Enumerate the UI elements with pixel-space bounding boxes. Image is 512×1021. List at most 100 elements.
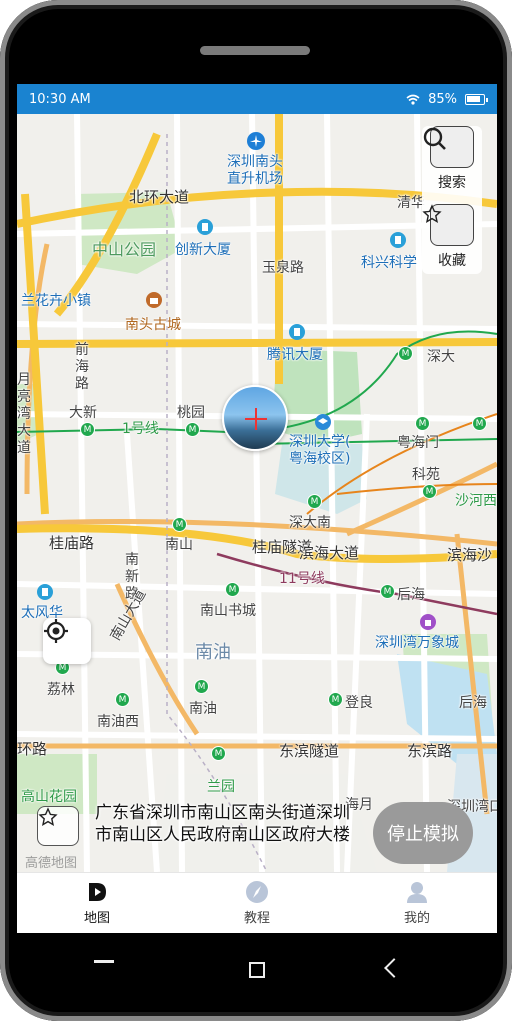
search-icon [423, 126, 474, 168]
crosshair-icon [245, 408, 267, 430]
map-label-chuangxin: 创新大厦 [175, 242, 231, 258]
stop-simulation-button[interactable]: 停止模拟 [373, 802, 473, 864]
favorite-label: 收藏 [438, 253, 466, 269]
university-icon [315, 414, 331, 430]
map-label-binhai: 滨海大道 [299, 544, 360, 562]
phone-frame: 10:30 AM 85% M M M M M M M M M M M M M M… [0, 0, 512, 1021]
office-icon [390, 232, 406, 248]
metro-station-icon: M [115, 692, 130, 707]
menu-nav-button[interactable] [94, 960, 114, 963]
status-bar: 10:30 AM 85% [17, 84, 497, 114]
map-label-nanshan-stn: 南山 [165, 537, 193, 553]
metro-station-icon: M [422, 484, 437, 499]
battery-percent: 85% [428, 91, 457, 107]
status-time: 10:30 AM [29, 91, 91, 107]
map-label-lilin: 荔林 [47, 682, 75, 698]
search-button[interactable]: 搜索 [422, 126, 482, 192]
search-label: 搜索 [438, 175, 466, 191]
map-label-qianhai-rd: 前 海 路 [75, 342, 89, 392]
map-label-dengliang: 登良 [345, 695, 373, 711]
map-label-nanyouxi: 南油西 [97, 714, 139, 730]
metro-station-icon: M [472, 416, 487, 431]
tab-map-label: 地图 [83, 911, 110, 926]
map-label-taoyuan: 桃园 [177, 405, 205, 421]
map-label-tencent: 腾讯大厦 [267, 347, 323, 363]
home-nav-button[interactable] [249, 962, 265, 978]
office-icon [197, 219, 213, 235]
map-label-huan-rd: 环路 [17, 740, 48, 758]
favorite-button[interactable]: 收藏 [422, 204, 482, 270]
battery-fill [467, 95, 480, 102]
tab-tutorial[interactable]: 教程 [177, 873, 337, 933]
map-label-dongbin-rd: 东滨路 [407, 742, 453, 760]
battery-icon [465, 93, 488, 105]
map-label-houhai2: 后海 [459, 695, 487, 711]
tab-map[interactable]: 地图 [17, 873, 177, 933]
map-label-flower-town: 兰花卉小镇 [21, 293, 91, 309]
map-label-airport: 深圳南头 直升机场 [227, 154, 283, 187]
metro-station-icon: M [225, 582, 240, 597]
map-label-shahe: 沙河西 [455, 493, 497, 509]
metro-station-icon: M [211, 746, 226, 761]
map-label-guimiao: 桂庙路 [49, 534, 95, 552]
map-label-nanyou-stn: 南油 [189, 701, 217, 717]
metro-station-icon: M [415, 416, 430, 431]
map-label-daxin: 大新 [69, 405, 97, 421]
address-bar: 广东省深圳市南山区南头街道深圳市南山区人民政府南山区政府大楼 停止模拟 [37, 802, 477, 872]
status-icons: 85% [406, 91, 488, 107]
star-icon [422, 204, 474, 246]
metro-station-icon: M [194, 679, 209, 694]
map-label-yueliangwan: 月 亮 湾 大 道 [17, 372, 31, 456]
map-label-kexue: 科苑 [412, 467, 440, 483]
map-label-houhai: 后海 [397, 587, 425, 603]
metro-station-icon: M [307, 494, 322, 509]
map-label-yuehaimen: 粤海门 [397, 435, 439, 451]
metro-station-icon: M [80, 422, 95, 437]
wifi-icon [406, 94, 420, 105]
map-label-zhongshan-park: 中山公园 [92, 240, 157, 259]
metro-station-icon: M [172, 517, 187, 532]
mall-icon [420, 614, 436, 630]
back-nav-button[interactable] [384, 958, 404, 978]
airport-icon [247, 132, 265, 150]
metro-station-icon: M [398, 346, 413, 361]
phone-speaker [200, 46, 310, 55]
map-label-shenda: 深大 [427, 349, 455, 365]
locate-icon [44, 619, 68, 643]
map-label-lanyuan: 兰园 [207, 779, 235, 795]
metro-station-icon: M [328, 692, 343, 707]
landmark-icon [146, 292, 162, 308]
user-icon [407, 882, 427, 903]
bottom-tab-bar: 地图 教程 我的 [17, 872, 497, 933]
office-icon [289, 324, 305, 340]
side-panel: 搜索 收藏 [422, 126, 482, 274]
compass-icon [246, 881, 268, 903]
park-icon [37, 584, 53, 600]
tab-tutorial-label: 教程 [243, 911, 270, 926]
metro-station-icon: M [380, 584, 395, 599]
tab-profile[interactable]: 我的 [337, 873, 497, 933]
locate-button[interactable] [43, 618, 91, 664]
tab-profile-label: 我的 [403, 911, 430, 926]
map-label-mixc: 深圳湾万象城 [375, 635, 459, 651]
map-label-nanyou: 南油 [195, 642, 231, 663]
current-address: 广东省深圳市南山区南头街道深圳市南山区人民政府南山区政府大楼 [95, 803, 350, 845]
map-label-nantou-old: 南头古城 [125, 317, 181, 333]
map-label-shendanan: 深大南 [289, 515, 331, 531]
app-screen: 10:30 AM 85% M M M M M M M M M M M M M M… [17, 84, 497, 933]
map-label-line1: 1号线 [122, 421, 159, 437]
map-label-binhai2: 滨海沙 [447, 546, 493, 564]
map-label-beihuan: 北环大道 [129, 188, 190, 206]
map-label-dongbin-tunnel: 东滨隧道 [279, 742, 340, 760]
map-label-shenzhen-univ: 深圳大学( 粤海校区) [289, 434, 351, 467]
map-label-qinghu: 清华 [397, 195, 425, 211]
metro-station-icon: M [185, 422, 200, 437]
map-label-line11: 11号线 [279, 571, 325, 587]
address-favorite-button[interactable] [37, 806, 79, 846]
star-icon [38, 807, 58, 827]
map-view[interactable]: M M M M M M M M M M M M M M M 深圳南头 直升机场 … [17, 114, 497, 872]
map-label-yuquan: 玉泉路 [262, 260, 304, 276]
location-avatar[interactable] [222, 385, 288, 451]
map-play-icon [89, 883, 106, 901]
map-label-kexing: 科兴科学 [361, 255, 417, 271]
